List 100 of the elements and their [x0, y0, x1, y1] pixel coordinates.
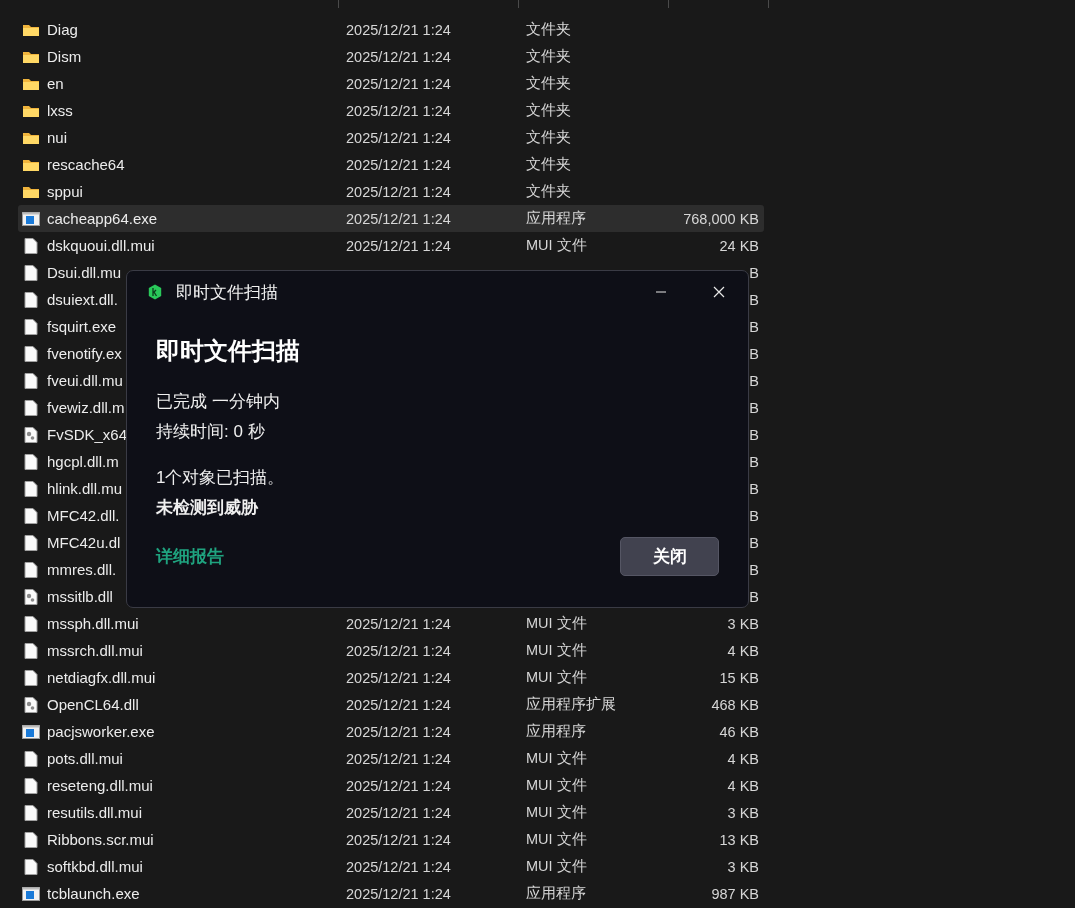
file-type: MUI 文件	[526, 750, 587, 766]
file-name: reseteng.dll.mui	[47, 777, 153, 794]
file-name: fveui.dll.mu	[47, 372, 123, 389]
file-type: MUI 文件	[526, 642, 587, 658]
dialog-heading: 即时文件扫描	[156, 336, 301, 366]
file-size: B	[749, 480, 759, 497]
modified-date: 2025/12/21 1:24	[346, 76, 451, 92]
file-name: Ribbons.scr.mui	[47, 831, 154, 848]
file-name: softkbd.dll.mui	[47, 858, 143, 875]
file-type: MUI 文件	[526, 804, 587, 820]
file-type: 应用程序	[526, 723, 586, 739]
file-type: MUI 文件	[526, 615, 587, 631]
file-size: 4 KB	[727, 750, 759, 767]
file-type: 文件夹	[526, 129, 571, 145]
file-name: Dism	[47, 48, 82, 65]
modified-date: 2025/12/21 1:24	[346, 643, 451, 659]
modified-date: 2025/12/21 1:24	[346, 184, 451, 200]
file-name: lxss	[47, 102, 73, 119]
file-name: resutils.dll.mui	[47, 804, 143, 821]
modified-date: 2025/12/21 1:24	[346, 859, 451, 875]
file-name: MFC42u.dl	[47, 534, 121, 551]
file-size: 4 KB	[727, 642, 759, 659]
file-type: MUI 文件	[526, 237, 587, 253]
file-size: B	[749, 318, 759, 335]
modified-date: 2025/12/21 1:24	[346, 805, 451, 821]
file-size: 468 KB	[711, 696, 759, 713]
modified-date: 2025/12/21 1:24	[346, 670, 451, 686]
file-type: 应用程序	[526, 210, 586, 226]
file-size: B	[749, 399, 759, 416]
file-size: 3 KB	[727, 858, 759, 875]
file-size: B	[749, 345, 759, 362]
modified-date: 2025/12/21 1:24	[346, 211, 451, 227]
file-name: netdiagfx.dll.mui	[47, 669, 156, 686]
file-type: MUI 文件	[526, 831, 587, 847]
file-name: mssrch.dll.mui	[47, 642, 143, 659]
modified-date: 2025/12/21 1:24	[346, 751, 451, 767]
file-name: fvenotify.ex	[47, 345, 122, 362]
modified-date: 2025/12/21 1:24	[346, 886, 451, 902]
file-name: sppui	[47, 183, 83, 200]
file-name: mmres.dll.	[47, 561, 117, 578]
threat-status-text: 未检测到威胁	[156, 497, 259, 519]
file-size: B	[749, 561, 759, 578]
scan-info-text: 已完成 一分钟内	[156, 391, 281, 413]
modified-date: 2025/12/21 1:24	[346, 238, 451, 254]
file-name: mssph.dll.mui	[47, 615, 139, 632]
file-name: hgcpl.dll.m	[47, 453, 119, 470]
modified-date: 2025/12/21 1:24	[346, 778, 451, 794]
file-type: 文件夹	[526, 102, 571, 118]
file-size: 46 KB	[719, 723, 759, 740]
file-name: MFC42.dll.	[47, 507, 120, 524]
file-name: mssitlb.dll	[47, 588, 113, 605]
file-size: B	[749, 372, 759, 389]
file-name: FvSDK_x64	[47, 426, 128, 443]
file-size: 4 KB	[727, 777, 759, 794]
modified-date: 2025/12/21 1:24	[346, 724, 451, 740]
file-type: 文件夹	[526, 75, 571, 91]
file-type: MUI 文件	[526, 858, 587, 874]
window-title: 即时文件扫描	[176, 281, 279, 304]
file-size: B	[749, 426, 759, 443]
modified-date: 2025/12/21 1:24	[346, 157, 451, 173]
file-size: 13 KB	[719, 831, 759, 848]
file-type: MUI 文件	[526, 669, 587, 685]
file-name: OpenCL64.dll	[47, 696, 139, 713]
file-name: rescache64	[47, 156, 125, 173]
file-type: 应用程序	[526, 885, 586, 901]
file-name: pacjsworker.exe	[47, 723, 155, 740]
file-type: 文件夹	[526, 21, 571, 37]
file-name: nui	[47, 129, 68, 146]
file-name: Diag	[47, 21, 78, 38]
file-type: 文件夹	[526, 183, 571, 199]
file-size: B	[749, 453, 759, 470]
modified-date: 2025/12/21 1:24	[346, 49, 451, 65]
scan-result-text: 1个对象已扫描。	[156, 467, 286, 489]
file-size: 15 KB	[719, 669, 759, 686]
file-size: B	[749, 507, 759, 524]
file-name: tcblaunch.exe	[47, 885, 140, 902]
file-size: 24 KB	[719, 237, 759, 254]
file-name: dskquoui.dll.mui	[47, 237, 155, 254]
file-name: en	[47, 75, 64, 92]
file-type: MUI 文件	[526, 777, 587, 793]
file-size: 3 KB	[727, 615, 759, 632]
file-size: B	[749, 588, 759, 605]
modified-date: 2025/12/21 1:24	[346, 697, 451, 713]
scan-info-text: 持续时间: 0 秒	[156, 421, 266, 443]
file-size: B	[749, 534, 759, 551]
file-size: B	[749, 291, 759, 308]
file-size: 3 KB	[727, 804, 759, 821]
file-type: 文件夹	[526, 48, 571, 64]
file-size: B	[749, 264, 759, 281]
file-name: dsuiext.dll.	[47, 291, 118, 308]
file-name: pots.dll.mui	[47, 750, 123, 767]
file-type: 文件夹	[526, 156, 571, 172]
modified-date: 2025/12/21 1:24	[346, 616, 451, 632]
file-size: 987 KB	[711, 885, 759, 902]
file-name: hlink.dll.mu	[47, 480, 123, 497]
file-name: fvewiz.dll.m	[47, 399, 125, 416]
file-size: 768,000 KB	[683, 210, 759, 227]
modified-date: 2025/12/21 1:24	[346, 103, 451, 119]
modified-date: 2025/12/21 1:24	[346, 832, 451, 848]
modified-date: 2025/12/21 1:24	[346, 22, 451, 38]
